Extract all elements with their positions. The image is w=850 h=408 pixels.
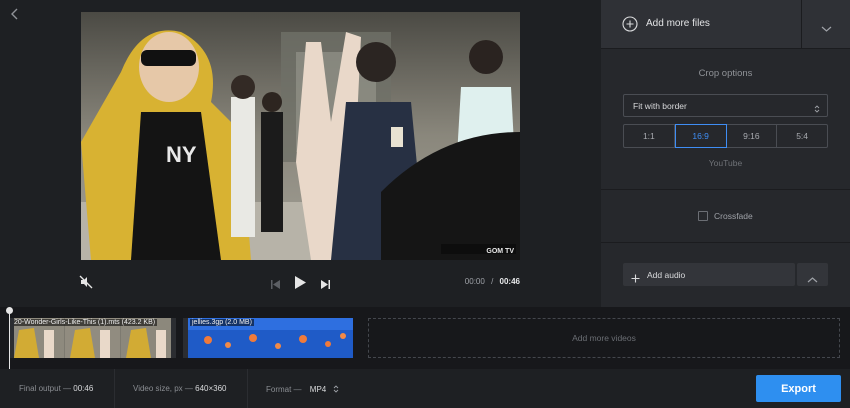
divider xyxy=(601,189,850,190)
crop-options-title: Crop options xyxy=(698,68,753,79)
final-output: Final output — 00:46 xyxy=(19,384,93,393)
crossfade-toggle[interactable]: Crossfade xyxy=(698,210,753,222)
current-time: 00:00 xyxy=(464,277,485,286)
clip-label: 20-Wonder-Girls-Like-This (1).mts (423.2… xyxy=(12,319,158,326)
divider xyxy=(114,369,115,408)
format-label: Format — xyxy=(266,385,302,395)
svg-text:NY: NY xyxy=(166,142,197,167)
ratio-hint: YouTube xyxy=(708,158,743,168)
add-more-videos-dropzone[interactable]: Add more videos xyxy=(368,318,840,358)
back-icon[interactable] xyxy=(8,6,22,22)
add-more-videos-label: Add more videos xyxy=(572,333,636,343)
add-audio-label: Add audio xyxy=(647,270,686,280)
clip-trim-handle-right[interactable] xyxy=(171,318,176,358)
format-value[interactable]: MP4 xyxy=(310,385,326,394)
audio-expand-button[interactable] xyxy=(797,263,828,286)
plus-icon xyxy=(631,270,640,288)
add-more-files-label: Add more files xyxy=(646,18,710,29)
crossfade-checkbox[interactable] xyxy=(698,211,708,221)
time-display: 00:00 / 00:46 xyxy=(465,277,520,286)
select-arrows-icon xyxy=(814,101,820,119)
total-time: 00:46 xyxy=(499,277,520,286)
clip-jellies[interactable]: jellies.3gp (2.0 MB) xyxy=(183,318,353,358)
video-size-label: Video size, px — xyxy=(133,384,193,393)
video-watermark: GOM TV xyxy=(486,248,514,255)
clip-label: jellies.3gp (2.0 MB) xyxy=(190,319,254,326)
final-output-value: 00:46 xyxy=(73,384,94,393)
ratio-16-9[interactable]: 16:9 xyxy=(674,124,727,148)
chevron-up-icon xyxy=(807,271,818,289)
add-more-files-button[interactable]: Add more files xyxy=(601,0,801,49)
add-files-bar: Add more files xyxy=(601,0,850,49)
playhead-handle[interactable] xyxy=(6,307,13,314)
ratio-5-4[interactable]: 5:4 xyxy=(777,125,827,147)
plus-circle-icon xyxy=(622,16,638,37)
select-arrows-icon xyxy=(333,384,339,396)
previous-icon[interactable] xyxy=(270,277,281,295)
chevron-down-icon xyxy=(821,20,832,38)
settings-panel: Add more files Crop options Fit with bor… xyxy=(601,0,850,307)
preview-area: NY GOM TV 00:00 / 00:46 xyxy=(0,0,601,307)
divider xyxy=(601,242,850,243)
clip-wonder-girls[interactable]: 20-Wonder-Girls-Like-This (1).mts (423.2… xyxy=(9,318,176,358)
add-files-dropdown-button[interactable] xyxy=(801,0,850,49)
playhead[interactable] xyxy=(9,309,10,369)
aspect-ratio-group: 1:1 16:9 9:16 5:4 xyxy=(623,124,828,148)
crop-mode-value: Fit with border xyxy=(633,101,687,111)
ratio-1-1[interactable]: 1:1 xyxy=(624,125,675,147)
format-selector[interactable]: Format — MP4 xyxy=(266,384,339,396)
final-output-label: Final output — xyxy=(19,384,72,393)
ratio-9-16[interactable]: 9:16 xyxy=(727,125,778,147)
play-icon[interactable] xyxy=(293,275,307,295)
add-audio-button[interactable]: Add audio xyxy=(623,263,795,286)
crossfade-label: Crossfade xyxy=(714,211,753,221)
divider xyxy=(247,369,248,408)
next-icon[interactable] xyxy=(320,277,331,295)
video-size-value: 640×360 xyxy=(195,384,227,393)
crop-mode-select[interactable]: Fit with border xyxy=(623,94,828,117)
player-controls: 00:00 / 00:46 xyxy=(0,268,601,298)
mute-icon[interactable] xyxy=(79,275,93,294)
video-editor: NY GOM TV 00:00 / 00:46 Add more files C… xyxy=(0,0,850,408)
video-frame-image: NY xyxy=(81,12,520,260)
video-preview: NY GOM TV xyxy=(81,12,520,260)
timeline: 20-Wonder-Girls-Like-This (1).mts (423.2… xyxy=(0,307,850,369)
footer-bar: Final output — 00:46 Video size, px — 64… xyxy=(0,369,850,408)
clip-trim-handle-left[interactable] xyxy=(183,318,188,358)
video-size: Video size, px — 640×360 xyxy=(133,384,227,393)
export-button[interactable]: Export xyxy=(756,375,841,402)
time-separator: / xyxy=(491,277,494,286)
